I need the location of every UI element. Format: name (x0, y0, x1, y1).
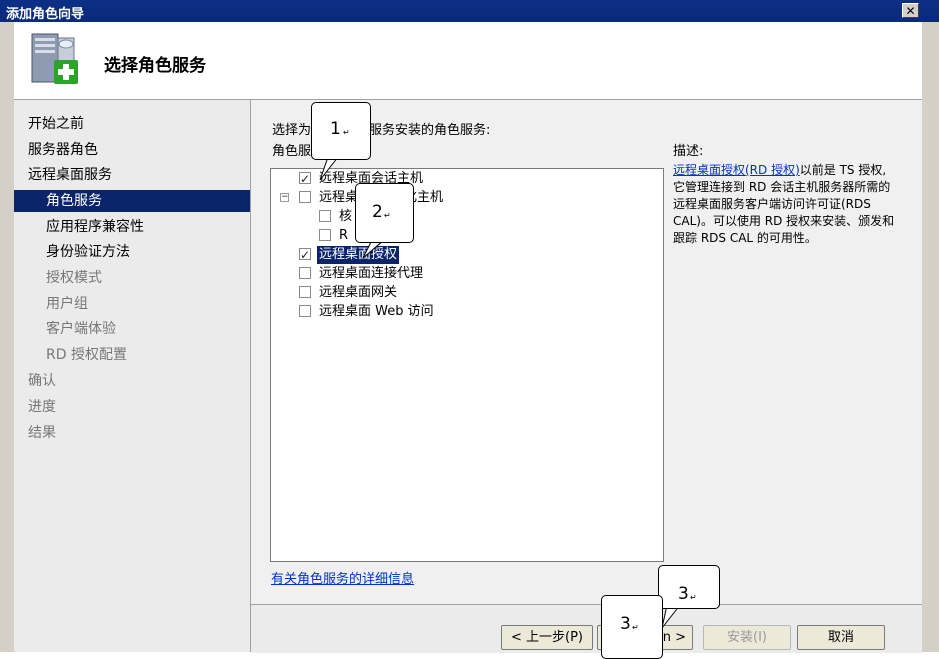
callout-mark: ↵ (343, 128, 350, 137)
callout-pointers (319, 156, 682, 629)
callout-number: 3 (678, 584, 689, 604)
callout-3a: 3 ↵ (658, 565, 720, 609)
callout-2: 2 ↵ (355, 183, 414, 243)
callout-3b: 3 ↵ (601, 595, 663, 659)
callout-mark: ↵ (690, 593, 697, 602)
callout-mark: ↵ (384, 211, 391, 220)
callout-number: 2 (372, 202, 383, 222)
callout-number: 3 (620, 614, 631, 634)
callout-mark: ↵ (632, 623, 639, 632)
callout-number: 1 (330, 119, 341, 139)
callout-1: 1 ↵ (311, 102, 371, 160)
